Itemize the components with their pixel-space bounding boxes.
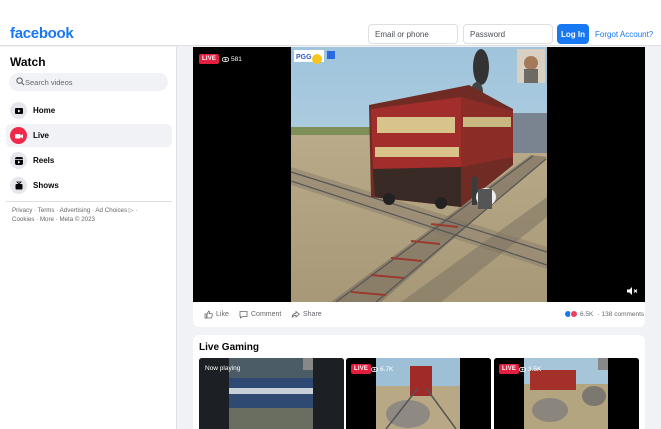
comments-count[interactable]: 138 comments [602,311,645,318]
live-badge: LIVE [499,364,520,374]
viewer-count-value: 581 [231,56,242,63]
love-reaction-icon [570,310,578,318]
home-icon [10,102,27,119]
comment-button[interactable]: Comment [239,310,281,319]
live-badge: LIVE [199,54,220,64]
viewer-count: 6.7K [371,366,393,373]
comment-label: Comment [251,311,282,318]
sidebar-item-reels[interactable]: Reels [6,149,172,172]
sidebar-item-label: Live [33,131,50,140]
shows-icon [10,177,27,194]
sidebar-item-label: Home [33,106,56,115]
eye-icon [519,367,526,372]
facebook-logo[interactable]: facebook [10,25,74,42]
footer-links[interactable]: Privacy · Terms · Advertising · Ad Choic… [12,207,172,224]
sidebar-item-label: Shows [33,181,59,190]
like-button[interactable]: Like [204,310,229,319]
footer-line[interactable]: Privacy · Terms · Advertising · Ad Choic… [12,207,172,216]
top-bar: facebook Log In Forgot Account? [0,0,661,46]
sidebar-item-label: Reels [33,156,55,165]
video-actions: Like Comment Share 6.5K · 138 comments [193,302,645,327]
svg-text:PGG: PGG [296,54,312,61]
viewer-count-value: 3.5K [528,366,542,373]
search-input[interactable] [25,73,165,91]
forgot-account-link[interactable]: Forgot Account? [595,30,653,39]
reactions-summary[interactable]: 6.5K · 138 comments [564,310,644,318]
live-badge: LIVE [351,364,372,374]
footer-line[interactable]: Cookies · More · Meta © 2023 [12,216,172,225]
email-field[interactable] [368,24,458,44]
video-frame-train: PGG [291,47,547,302]
sidebar: Watch Home Live Reels Shows Privacy · Te… [0,47,177,429]
eye-icon [222,57,229,62]
live-video-thumbnail[interactable]: LIVE 3.5K [494,358,639,429]
section-title: Live Gaming [199,342,260,353]
sidebar-item-shows[interactable]: Shows [6,174,172,197]
reels-icon [10,152,27,169]
like-label: Like [216,311,229,318]
live-video-thumbnail[interactable]: LIVE 6.7K [346,358,491,429]
now-playing-label: Now playing [205,365,241,372]
search-box[interactable] [9,73,168,91]
thumbs-up-icon [204,310,213,319]
share-label: Share [303,311,322,318]
divider [6,201,172,202]
share-icon [291,310,300,318]
password-field[interactable] [463,24,553,44]
search-icon [16,77,25,86]
separator-dot: · [597,310,600,318]
viewer-count-value: 6.7K [380,366,394,373]
sidebar-item-live[interactable]: Live [6,124,172,147]
reactions-count: 6.5K [580,310,594,318]
video-player[interactable]: PGG LIVE 581 [193,47,645,302]
login-button[interactable]: Log In [557,24,589,44]
page-title: Watch [10,55,46,69]
live-video-thumbnail[interactable]: Now playing [199,358,344,429]
volume-muted-icon[interactable] [626,286,638,296]
viewer-count: 3.5K [519,366,541,373]
share-button[interactable]: Share [291,310,322,319]
viewer-count: 581 [222,56,242,63]
live-gaming-section: Live Gaming Now playing LIVE 6.7K LIVE 3… [193,335,645,429]
sidebar-item-home[interactable]: Home [6,99,172,122]
video-card: PGG LIVE 581 Like Comment Share 6.5K · 1… [193,47,645,327]
live-camera-icon [10,127,27,144]
eye-icon [371,367,378,372]
comment-icon [239,311,248,319]
